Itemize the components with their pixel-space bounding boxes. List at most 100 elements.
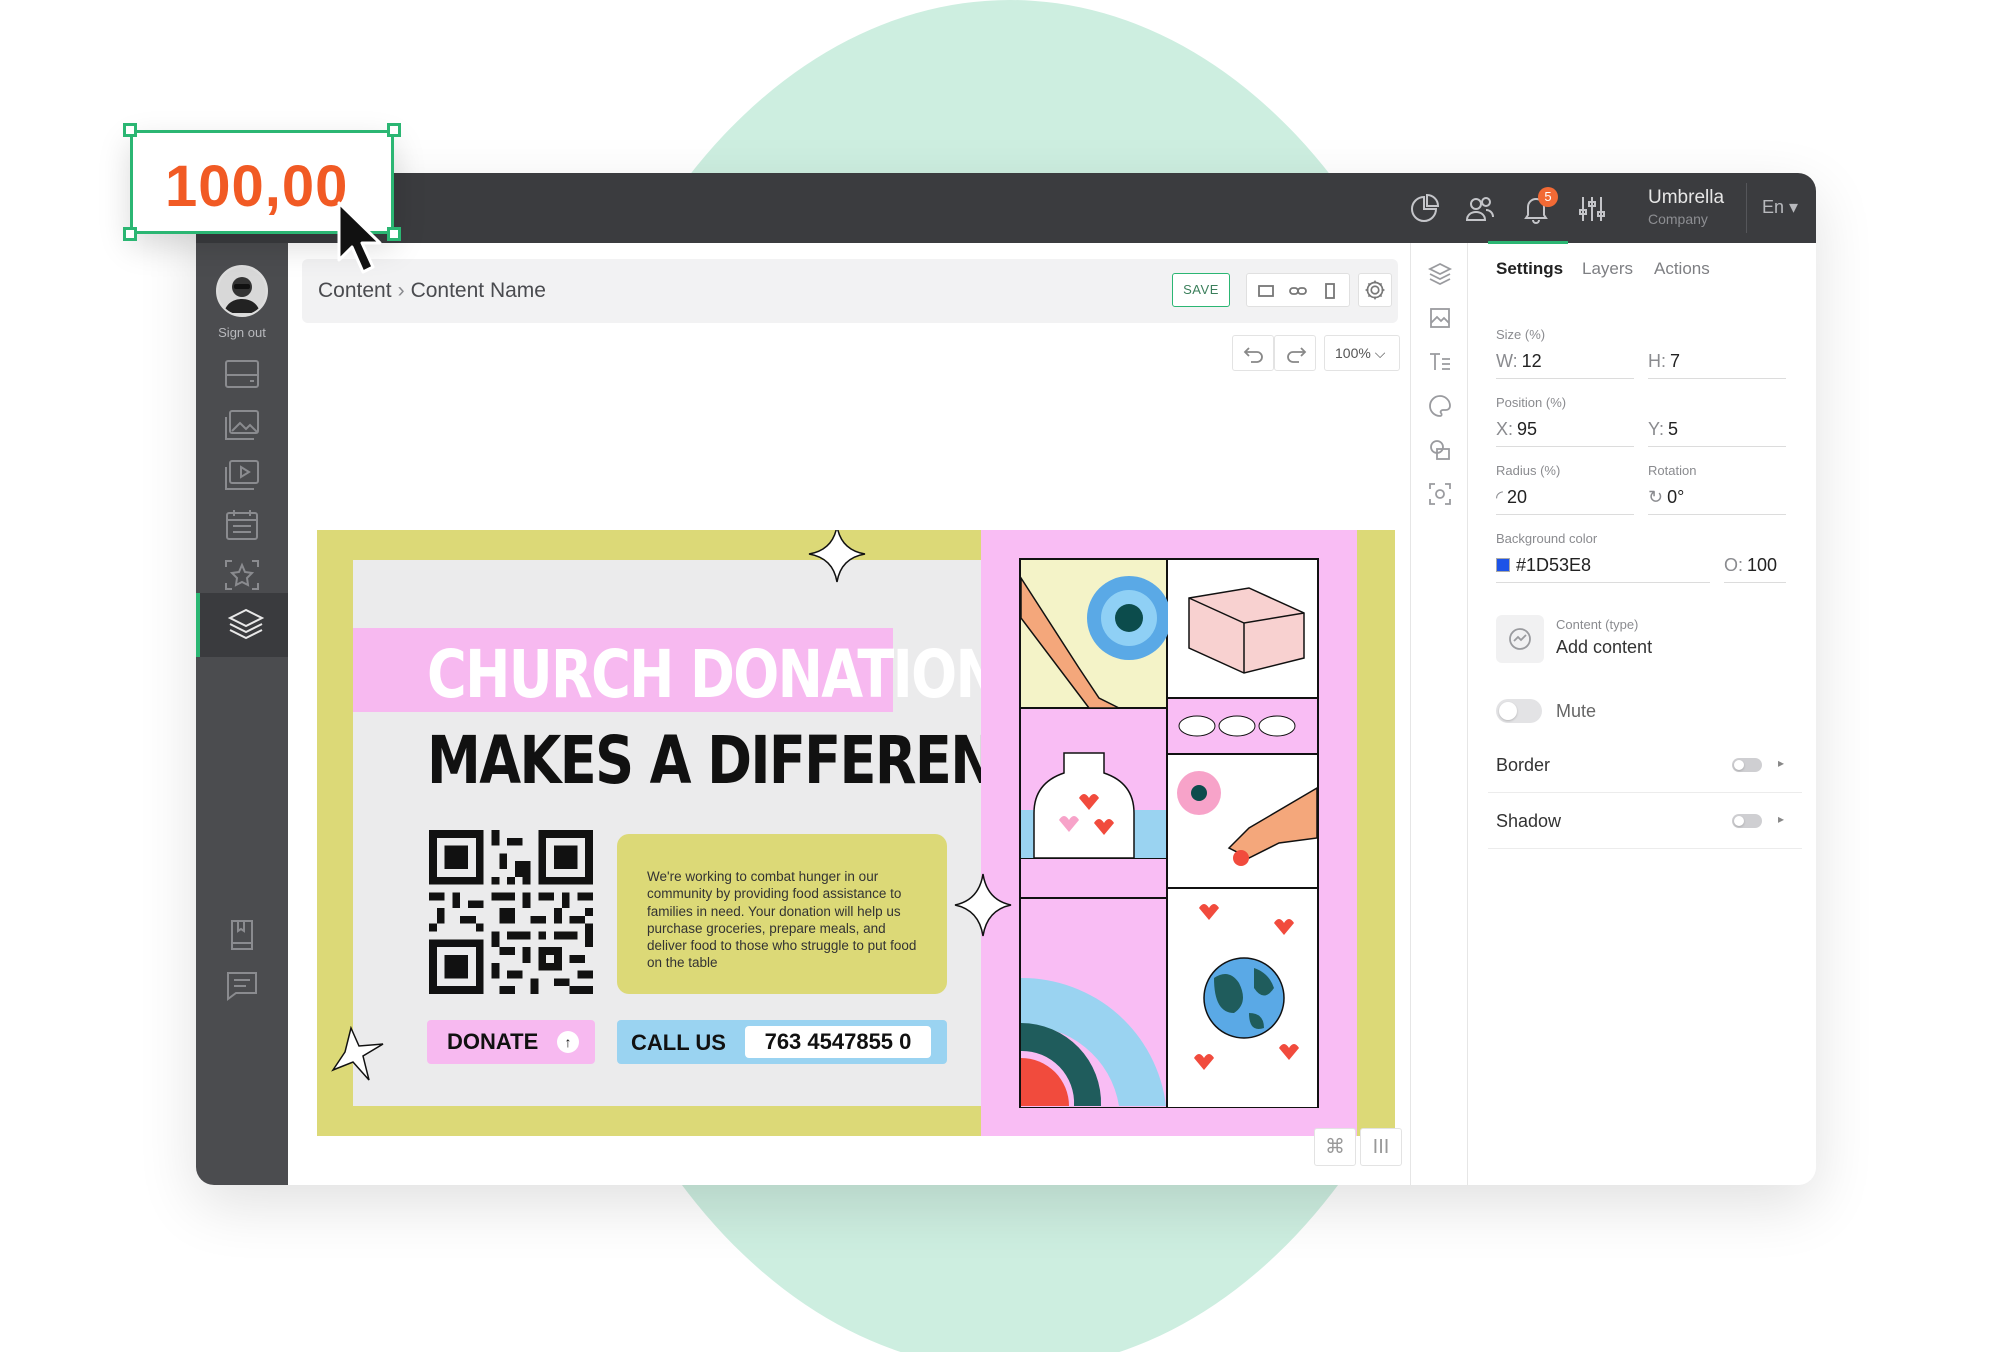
resize-handle[interactable] (123, 123, 137, 137)
divider (1746, 183, 1747, 233)
resize-handle[interactable] (387, 123, 401, 137)
border-toggle[interactable] (1732, 758, 1762, 772)
mute-label: Mute (1556, 701, 1597, 721)
shapes-icon[interactable] (1427, 437, 1453, 463)
canvas-settings-button[interactable] (1358, 273, 1392, 307)
active-tab-indicator (1488, 241, 1568, 244)
width-field[interactable]: W: 12 (1496, 341, 1634, 379)
language-selector[interactable]: En ▾ (1762, 197, 1798, 218)
tab-actions[interactable]: Actions (1654, 259, 1710, 279)
top-bar: 5 Umbrella Company En ▾ (196, 173, 1816, 243)
users-icon[interactable] (1464, 193, 1496, 225)
avatar[interactable] (216, 265, 268, 317)
content-type-label: Content (type) (1556, 617, 1639, 632)
columns-button[interactable]: III (1360, 1128, 1402, 1166)
poster-headline-2: MAKES A DIFFERENCE (427, 722, 1069, 799)
sidebar-item-chat[interactable] (196, 953, 288, 1017)
sparkle-icon (954, 873, 1012, 937)
height-field[interactable]: H: 7 (1648, 341, 1786, 379)
chevron-right-icon: ▸ (1777, 812, 1784, 826)
content-preview[interactable]: CHURCH DONATION MAKES A DIFFERENCE We're… (317, 530, 1395, 1136)
mute-toggle[interactable] (1496, 699, 1542, 723)
image-tool-icon[interactable] (1427, 305, 1453, 331)
mouse-cursor-icon (337, 201, 382, 274)
schedule-icon (226, 510, 258, 540)
content-type-button[interactable] (1496, 615, 1544, 663)
settings-sliders-icon[interactable] (1576, 193, 1608, 225)
videos-icon (225, 460, 259, 490)
flower-icon (1087, 576, 1171, 660)
position-label: Position (%) (1496, 395, 1567, 410)
breadcrumb-current: Content Name (410, 279, 546, 302)
notifications-icon[interactable]: 5 (1520, 187, 1558, 225)
zoom-select[interactable]: 100% ⌵ (1324, 335, 1400, 371)
chart-circle-icon (1509, 628, 1531, 650)
link-icon[interactable] (1289, 282, 1307, 300)
notification-badge: 5 (1538, 187, 1558, 207)
corner-radius-icon: ◜ (1496, 487, 1503, 507)
rotate-icon: ↻ (1648, 487, 1664, 507)
company-switcher[interactable]: Umbrella Company (1648, 187, 1724, 227)
poster-illustration-panel (981, 530, 1357, 1136)
gear-icon (1365, 280, 1385, 300)
portrait-view-icon[interactable] (1321, 282, 1339, 300)
background-color-field[interactable]: #1D53E8 (1496, 545, 1710, 583)
sparkle-icon (808, 530, 866, 583)
breadcrumb-separator: › (397, 279, 405, 302)
company-subtitle: Company (1648, 211, 1708, 227)
position-x-field[interactable]: X: 95 (1496, 409, 1634, 447)
breadcrumb: Content › Content Name (318, 279, 546, 303)
phone-number: 763 4547855 0 (745, 1026, 931, 1058)
poster-headline-1: CHURCH DONATION (427, 636, 1001, 713)
undo-icon (1243, 347, 1263, 363)
add-content-link[interactable]: Add content (1556, 637, 1652, 658)
undo-button[interactable] (1232, 335, 1274, 371)
donate-label: DONATE (447, 1029, 539, 1054)
text-tool-icon[interactable] (1427, 349, 1453, 375)
view-mode-group (1246, 273, 1350, 307)
redo-button[interactable] (1274, 335, 1316, 371)
border-label: Border (1496, 755, 1551, 775)
left-sidebar: Sign out (196, 243, 288, 1185)
analytics-icon[interactable] (1408, 193, 1440, 225)
rotation-field[interactable]: ↻ 0° (1648, 477, 1786, 515)
palette-icon[interactable] (1427, 393, 1453, 419)
scan-icon[interactable] (1427, 481, 1453, 507)
shadow-toggle[interactable] (1732, 814, 1762, 828)
company-name: Umbrella (1648, 187, 1725, 208)
shadow-section[interactable]: Shadow ▸ (1488, 793, 1802, 849)
qr-code (429, 830, 593, 994)
call-us-button: CALL US 763 4547855 0 (617, 1020, 947, 1064)
background-color-label: Background color (1496, 531, 1598, 546)
breadcrumb-bar: Content › Content Name SAVE (302, 259, 1398, 323)
position-y-field[interactable]: Y: 5 (1648, 409, 1786, 447)
page-root: 5 Umbrella Company En ▾ Sign out Content… (0, 0, 2012, 1352)
tab-layers[interactable]: Layers (1582, 259, 1633, 279)
resize-handle[interactable] (123, 227, 137, 241)
chat-icon (227, 972, 257, 1001)
shortcuts-button[interactable]: ⌘ (1314, 1128, 1356, 1166)
book-icon (231, 920, 253, 950)
tab-settings[interactable]: Settings (1496, 259, 1563, 279)
border-section[interactable]: Border ▸ (1488, 737, 1802, 793)
settings-panel: Settings Layers Actions Size (%) W: 12 H:… (1468, 241, 1816, 1185)
size-label: Size (%) (1496, 327, 1546, 342)
breadcrumb-root[interactable]: Content (318, 279, 392, 302)
resize-handle[interactable] (387, 227, 401, 241)
layers-icon[interactable] (1427, 261, 1453, 287)
chevron-right-icon: ▸ (1777, 756, 1784, 770)
radius-field[interactable]: ◜ 20 (1496, 477, 1634, 515)
save-button[interactable]: SAVE (1172, 273, 1230, 307)
landscape-view-icon[interactable] (1257, 282, 1275, 300)
donate-button: DONATE ↑ (427, 1020, 595, 1064)
editor-canvas: Content › Content Name SAVE 100% ⌵ CHURC… (288, 243, 1410, 1185)
call-us-label: CALL US (631, 1030, 726, 1055)
app-window: 5 Umbrella Company En ▾ Sign out Content… (196, 173, 1816, 1185)
poster-left-panel: CHURCH DONATION MAKES A DIFFERENCE We're… (353, 560, 1069, 1106)
arrow-up-icon: ↑ (557, 1031, 579, 1053)
favorites-icon (225, 560, 259, 590)
opacity-field[interactable]: O: 100 (1724, 545, 1786, 583)
color-swatch (1496, 558, 1510, 572)
sign-out-link[interactable]: Sign out (196, 325, 288, 340)
sidebar-item-content[interactable] (196, 593, 288, 657)
